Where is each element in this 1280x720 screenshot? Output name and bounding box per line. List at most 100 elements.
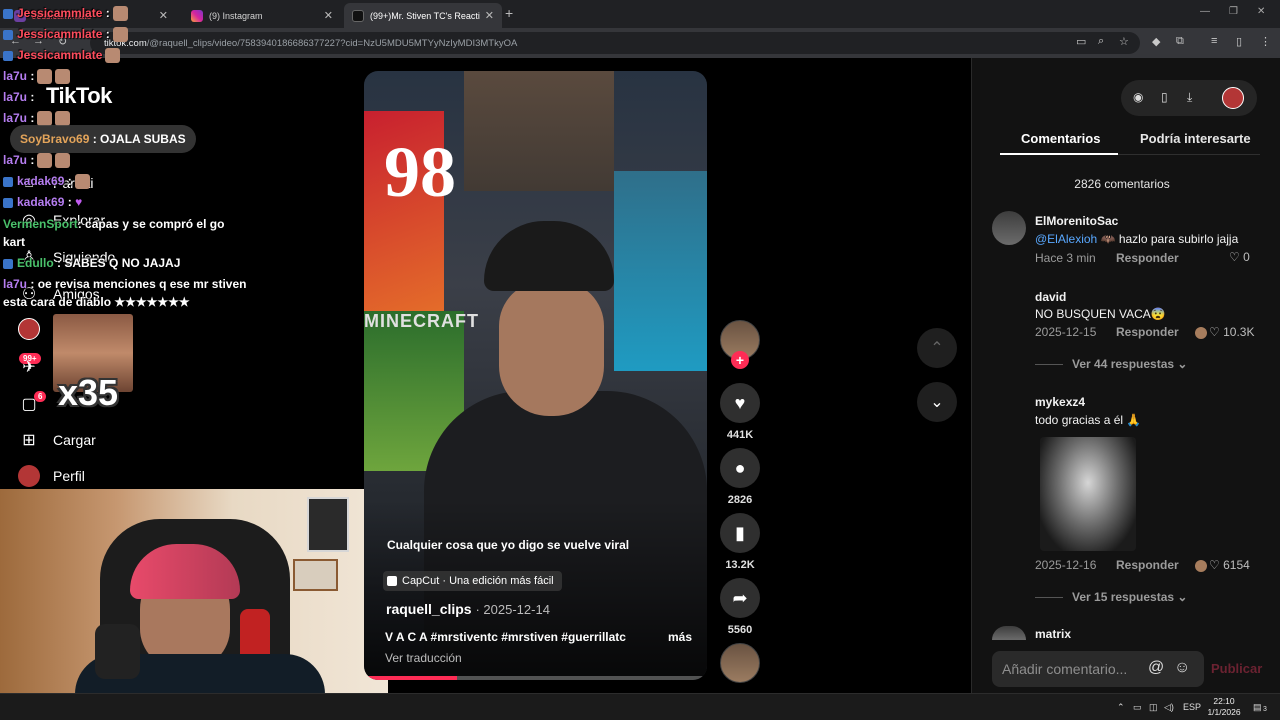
- account-avatar[interactable]: [1222, 87, 1244, 109]
- microphone: [95, 624, 140, 679]
- comment-like-count: 6154: [1223, 558, 1250, 572]
- puzzle-icon[interactable]: ⧉: [1176, 35, 1184, 48]
- phone-icon[interactable]: ▯: [1161, 90, 1168, 104]
- tray-app-icon[interactable]: ▭: [1133, 702, 1142, 713]
- compass-icon[interactable]: ◉: [1133, 90, 1143, 104]
- close-icon[interactable]: ✕: [485, 9, 494, 22]
- close-icon[interactable]: ✕: [159, 9, 168, 22]
- comment-text: @ElAlexioh 🦇 hazlo para subirlo jajja: [1035, 232, 1238, 246]
- chat-user: SoyBravo69: [20, 132, 90, 146]
- view-replies-button[interactable]: Ver 44 respuestas ⌄: [1072, 357, 1187, 371]
- volume-icon[interactable]: ◁): [1164, 702, 1174, 713]
- tiktok-logo[interactable]: TikTok: [46, 83, 112, 109]
- chat-line: la7u :: [3, 153, 71, 169]
- reply-button[interactable]: Responder: [1116, 558, 1179, 572]
- chevron-down-icon: ⌄: [930, 394, 944, 411]
- comment-like[interactable]: ♡ 0: [1229, 250, 1250, 264]
- tab-podria-interesarte[interactable]: Podría interesarte: [1140, 131, 1251, 146]
- chat-line: Jessicammlate :: [3, 6, 128, 22]
- share-button[interactable]: ➦: [720, 578, 760, 618]
- address-bar[interactable]: tiktok.com /@raquell_clips/video/7583940…: [90, 32, 1140, 54]
- capcut-label: CapCut · Una edición más fácil: [402, 575, 554, 587]
- video-date: · 2025-12-14: [475, 602, 550, 617]
- chat-badge-icon: [3, 197, 13, 208]
- commenter-name[interactable]: matrix: [1035, 627, 1071, 641]
- comment-image[interactable]: [1040, 437, 1136, 551]
- minimize-icon[interactable]: —: [1200, 6, 1210, 17]
- commenter-avatar[interactable]: [992, 211, 1026, 245]
- menu-icon[interactable]: ⋮: [1260, 35, 1271, 48]
- emote-icon: [55, 69, 71, 85]
- comment-body: 🦇 hazlo para subirlo jajja: [1100, 232, 1239, 246]
- capcut-tag[interactable]: CapCut · Una edición más fácil: [383, 571, 562, 591]
- video-tags: V A C A #mrstiventc #mrstiven #guerrilla…: [385, 630, 630, 644]
- commenter-name[interactable]: david: [1035, 290, 1066, 304]
- video-progress-bar[interactable]: [364, 676, 707, 680]
- cast-icon[interactable]: ▭: [1076, 35, 1086, 48]
- meme-multiplier: x35: [58, 372, 119, 413]
- tab-comentarios[interactable]: Comentarios: [1021, 131, 1100, 146]
- browser-tab-active[interactable]: (99+)Mr. Stiven TC's Reaction to ✕: [344, 3, 502, 28]
- previous-video-button[interactable]: ⌃: [917, 328, 957, 368]
- post-button[interactable]: Publicar: [1211, 661, 1262, 676]
- save-count: 13.2K: [725, 559, 755, 571]
- chat-text: kart: [3, 235, 26, 249]
- view-replies-button[interactable]: Ver 15 respuestas ⌄: [1072, 590, 1187, 604]
- music-disc-icon[interactable]: [720, 643, 760, 683]
- comment-input[interactable]: Añadir comentario...: [992, 651, 1204, 687]
- like-button[interactable]: ♥: [720, 383, 760, 423]
- video-author-line[interactable]: raquell_clips · 2025-12-14: [386, 601, 550, 617]
- next-video-button[interactable]: ⌄: [917, 382, 957, 422]
- close-window-icon[interactable]: ✕: [1257, 6, 1265, 17]
- comment-button[interactable]: ●: [720, 448, 760, 488]
- download-icon[interactable]: ⤓: [1187, 90, 1192, 105]
- comment-mention[interactable]: @ElAlexioh: [1035, 232, 1097, 246]
- comment-date: 2025-12-16: [1035, 558, 1097, 572]
- media-icon[interactable]: ≡: [1211, 35, 1217, 47]
- nav-item-mensajes[interactable]: ✈: [18, 356, 53, 378]
- browser-tab[interactable]: (9) Instagram ✕: [183, 3, 341, 28]
- save-button[interactable]: ▮: [720, 513, 760, 553]
- chat-text: : oe revisa menciones q ese mr stiven: [30, 277, 247, 291]
- bookmark-star-icon[interactable]: ☆: [1119, 35, 1129, 48]
- chat-badge-icon: [3, 50, 13, 61]
- follow-plus-icon[interactable]: +: [731, 351, 749, 369]
- chat-user: Jessicammlate: [17, 27, 103, 41]
- chat-user: la7u: [3, 111, 28, 125]
- chat-line: Jessicammlate :: [3, 27, 128, 43]
- heart-emote-icon: ♥: [75, 195, 83, 209]
- chat-text: :: [30, 69, 35, 83]
- zoom-icon[interactable]: ⌕: [1098, 35, 1104, 48]
- tab-title: (9) Instagram: [209, 10, 263, 21]
- comment-like[interactable]: ♡ 6154: [1195, 558, 1250, 572]
- creator-liked-avatar: [1195, 326, 1207, 339]
- commenter-name[interactable]: ElMorenitoSac: [1035, 214, 1118, 228]
- mention-icon[interactable]: @: [1148, 659, 1164, 677]
- network-icon[interactable]: ◫: [1149, 702, 1158, 713]
- translate-link[interactable]: Ver traducción: [385, 651, 462, 665]
- poster-number: 98: [384, 132, 456, 212]
- reply-button[interactable]: Responder: [1116, 251, 1179, 265]
- emoji-icon[interactable]: ☺: [1174, 659, 1190, 677]
- sidebar-icon[interactable]: ▯: [1236, 35, 1242, 48]
- chat-line: Edullo : SABES Q NO JAJAJ: [3, 256, 180, 270]
- video-author[interactable]: raquell_clips: [386, 601, 472, 617]
- video-more-link[interactable]: más: [668, 630, 692, 644]
- keyboard-language[interactable]: ESP: [1183, 702, 1201, 712]
- tray-chevron-icon[interactable]: ⌃: [1117, 702, 1125, 713]
- taskbar-clock[interactable]: 22:10 1/1/2026: [1204, 696, 1244, 718]
- nav-item-live[interactable]: [18, 318, 53, 340]
- chat-text: : capas y se compró el go: [77, 217, 225, 231]
- chat-text: : SABES Q NO JAJAJ: [57, 256, 181, 270]
- comment-like[interactable]: ♡ 10.3K: [1195, 325, 1254, 339]
- close-icon[interactable]: ✕: [324, 9, 333, 22]
- commenter-name[interactable]: mykexz4: [1035, 395, 1085, 409]
- restore-icon[interactable]: ❐: [1229, 6, 1238, 17]
- notifications-icon[interactable]: ▤: [1253, 702, 1262, 713]
- extension-icon[interactable]: ◆: [1152, 35, 1160, 48]
- nav-item-perfil[interactable]: Perfil: [18, 465, 85, 487]
- nav-item-cargar[interactable]: ⊞ Cargar: [18, 429, 96, 451]
- person-cap: [484, 221, 614, 291]
- reply-button[interactable]: Responder: [1116, 325, 1179, 339]
- new-tab-button[interactable]: +: [505, 5, 513, 21]
